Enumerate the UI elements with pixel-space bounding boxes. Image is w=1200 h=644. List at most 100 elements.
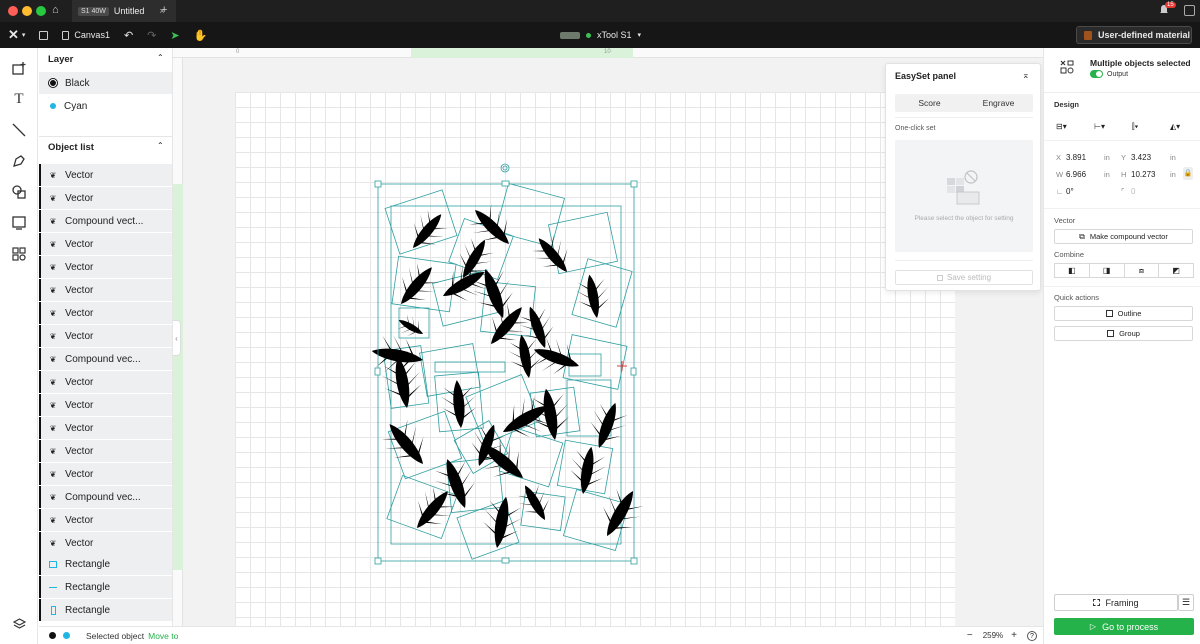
object-item[interactable]: ❦ Vector [39,532,172,554]
easyset-title: EasySet panel [895,71,957,81]
object-list-collapse-chevron-icon[interactable]: ⌃ [157,141,164,150]
material-label: User-defined material [1098,30,1191,40]
layer-item-cyan[interactable]: Cyan [39,95,172,117]
corner-radius-icon: ⌜ [1121,187,1125,196]
material-swatch-icon [1084,30,1092,40]
w-unit: in [1104,170,1110,179]
flip-dropdown-icon[interactable]: ◭▾ [1170,122,1180,131]
save-icon[interactable] [39,30,49,40]
align-dropdown-icon[interactable]: ⊟▾ [1056,122,1067,131]
width-input[interactable]: 6.966 [1066,170,1086,179]
app-logo-icon[interactable]: ✕ [8,27,19,43]
rotation-input[interactable]: 0° [1066,187,1074,196]
leaf-icon: ❦ [49,308,57,318]
zoom-out-button[interactable]: − [967,630,973,641]
collapse-panel-icon[interactable]: ⌅ [1022,70,1030,81]
layer-label: Cyan [64,100,88,112]
object-item[interactable]: ❦ Vector [39,302,172,324]
object-item[interactable]: ❦ Vector [39,325,172,347]
layers-icon[interactable] [9,614,29,634]
layer-panel: Layer ⌃ Black Cyan Object list ⌃ ❦ Vector… [39,48,173,626]
object-label: Rectangle [65,581,111,593]
height-input[interactable]: 10.273 [1131,170,1155,179]
shapes-tool-icon[interactable] [9,182,29,202]
new-tab-icon[interactable]: + [161,4,167,16]
framing-menu-icon[interactable]: ☰ [1178,594,1194,611]
help-icon[interactable]: ? [1027,630,1037,641]
object-item[interactable]: ❦ Vector [39,256,172,278]
corner-radius-input[interactable]: 0 [1131,187,1135,196]
output-toggle[interactable] [1090,70,1103,78]
object-item[interactable]: ❦ Vector [39,463,172,485]
object-label: Vector [65,468,94,480]
move-to-link[interactable]: Move to [148,631,178,641]
section-divider [39,136,172,137]
x-label: X [1056,153,1062,162]
object-label: Compound vect... [65,215,144,227]
line-tool-icon[interactable] [9,120,29,140]
canvas-name[interactable]: Canvas1 [74,30,110,40]
object-item[interactable]: ❦ Vector [39,279,172,301]
object-item[interactable]: ❦ Vector [39,394,172,416]
object-label: Vector [65,261,94,273]
object-item[interactable]: Rectangle [39,599,172,621]
group-icon [1107,330,1115,337]
hand-pan-icon[interactable]: ✋ [194,29,208,42]
app-menu-chevron-icon[interactable]: ▾ [22,31,26,39]
object-item[interactable]: ❦ Compound vec... [39,348,172,370]
exclude-icon[interactable]: ◩ [1158,263,1194,278]
redo-icon[interactable]: ↷ [147,29,156,42]
intersect-icon[interactable]: ⧈ [1123,263,1160,278]
y-input[interactable]: 3.423 [1131,153,1151,162]
layer-item-black[interactable]: Black [39,72,172,94]
window-mode-icon[interactable] [1184,5,1195,16]
group-button[interactable]: Group [1054,326,1193,341]
material-button[interactable]: User-defined material [1076,26,1192,44]
framing-button[interactable]: Framing [1054,594,1178,611]
object-item[interactable]: ❦ Vector [39,371,172,393]
tab-score[interactable]: Score [895,94,964,112]
object-item[interactable]: ❦ Vector [39,233,172,255]
minimize-window-button[interactable] [22,6,32,16]
layer-collapse-chevron-icon[interactable]: ⌃ [157,53,164,62]
object-label: Vector [65,169,94,181]
object-item[interactable]: ❦ Vector [39,187,172,209]
object-item[interactable]: ❦ Vector [39,417,172,439]
design-label: Design [1054,100,1080,109]
maximize-window-button[interactable] [36,6,46,16]
subtract-icon[interactable]: ◨ [1088,263,1125,278]
make-compound-vector-button[interactable]: ⧉ Make compound vector [1054,229,1193,244]
save-setting-button[interactable]: Save setting [895,270,1033,285]
union-icon[interactable]: ◧ [1054,263,1090,278]
pen-tool-icon[interactable] [9,151,29,171]
zoom-level[interactable]: 259% [983,631,1003,640]
undo-icon[interactable]: ↶ [124,29,133,42]
arrange-dropdown-icon[interactable]: ⫿▾ [1132,122,1138,132]
object-item[interactable]: Rectangle [39,576,172,598]
outline-button[interactable]: Outline [1054,306,1193,321]
go-to-process-button[interactable]: ▷ Go to process [1054,618,1194,635]
object-label: Vector [65,422,94,434]
object-item[interactable]: ❦ Vector [39,509,172,531]
ai-tool-icon[interactable] [9,213,29,233]
select-pointer-icon[interactable]: ➤ [170,29,179,42]
object-label: Vector [65,376,94,388]
object-item[interactable]: ❦ Compound vec... [39,486,172,508]
outline-label: Outline [1117,309,1142,318]
object-item[interactable]: ❦ Compound vect... [39,210,172,232]
x-input[interactable]: 3.891 [1066,153,1086,162]
object-item[interactable]: ❦ Vector [39,440,172,462]
device-selector[interactable]: xTool S1 ▾ [560,27,641,43]
object-item[interactable]: Rectangle [39,553,172,575]
home-icon[interactable]: ⌂ [52,4,59,16]
zoom-in-button[interactable]: + [1011,630,1017,641]
add-image-icon[interactable] [9,58,29,78]
apps-grid-icon[interactable] [9,244,29,264]
tab-engrave[interactable]: Engrave [964,94,1033,112]
distribute-dropdown-icon[interactable]: ⊢▾ [1094,122,1105,131]
text-tool-icon[interactable]: T [9,89,29,109]
object-item[interactable]: ❦ Vector [39,164,172,186]
lock-ratio-icon[interactable]: 🔒 [1183,167,1193,180]
rectangle-icon [49,560,57,568]
close-window-button[interactable] [8,6,18,16]
